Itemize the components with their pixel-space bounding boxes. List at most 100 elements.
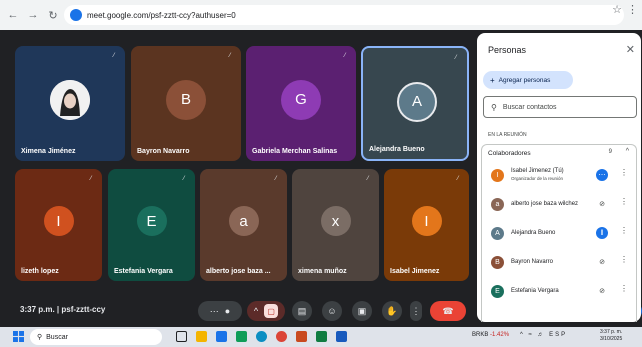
search-icon: ⚲ xyxy=(491,102,497,112)
participant-avatar: a xyxy=(491,198,504,211)
chrome-icon[interactable] xyxy=(276,331,287,342)
participant-name: Isabel Jimenez (Tú) xyxy=(511,168,564,174)
edge-icon[interactable] xyxy=(256,331,267,342)
participant-tile[interactable]: a alberto jose baza ... ⁄ xyxy=(200,169,287,281)
mic-control[interactable]: ⋯ ● xyxy=(198,301,242,321)
stock-ticker[interactable]: BRKB -1.42% xyxy=(472,332,509,338)
participant-list: I Isabel Jimenez (Tú) Organizador de la re… xyxy=(481,162,637,322)
more-vert-icon[interactable]: ⋮ xyxy=(620,226,628,235)
mic-muted-icon[interactable]: ⊘ xyxy=(596,198,608,210)
chevron-up-icon[interactable]: ^ xyxy=(626,148,629,155)
search-placeholder: Buscar contactos xyxy=(502,103,557,111)
more-vert-icon[interactable]: ⋮ xyxy=(620,284,628,293)
participant-list-item[interactable]: I Isabel Jimenez (Tú) Organizador de la re… xyxy=(482,164,638,188)
add-person-icon: + xyxy=(490,75,495,85)
participant-tile[interactable]: G Gabriela Merchan Salinas ⁄ xyxy=(246,46,356,161)
participant-name: Alejandra Bueno xyxy=(369,146,425,153)
present-button[interactable]: ▣ xyxy=(352,301,372,321)
add-people-button[interactable]: + Agregar personas xyxy=(483,71,573,89)
participant-name: lizeth lopez xyxy=(21,268,59,275)
camera-control[interactable]: ^ ▢ xyxy=(247,301,285,321)
participant-list-item[interactable]: E Estefania Vergara ⊘ ⋮ xyxy=(482,280,638,304)
task-view-icon[interactable] xyxy=(176,331,187,342)
windows-start-icon[interactable] xyxy=(13,331,24,342)
end-call-icon: ☎ xyxy=(442,305,454,316)
more-vert-icon[interactable]: ⋮ xyxy=(620,255,628,264)
participant-list-item[interactable]: A Alejandra Bueno ‖ ⋮ xyxy=(482,222,638,246)
reload-icon[interactable]: ↻ xyxy=(46,8,60,22)
bookmark-star-icon[interactable]: ☆ xyxy=(612,3,622,16)
participant-tile[interactable]: I Isabel Jimenez ⁄ xyxy=(384,169,469,281)
participant-avatar: A xyxy=(491,227,504,240)
url-text: meet.google.com/psf-zztt-ccy?authuser=0 xyxy=(87,10,236,20)
participant-avatar: E xyxy=(491,285,504,298)
word-icon[interactable] xyxy=(336,331,347,342)
participant-tile[interactable]: x ximena muñoz ⁄ xyxy=(292,169,379,281)
camera-off-icon[interactable]: ▢ xyxy=(264,304,279,318)
participant-name: Gabriela Merchan Salinas xyxy=(252,148,338,155)
mic-muted-icon[interactable]: ⊘ xyxy=(596,256,608,268)
more-vert-icon[interactable]: ⋮ xyxy=(620,168,628,177)
wifi-icon[interactable]: ≈ xyxy=(529,332,534,338)
participant-tile[interactable]: Ilizeth lopez ⁄ xyxy=(15,169,102,281)
browser-toolbar: ← → ↻ meet.google.com/psf-zztt-ccy?authu… xyxy=(0,0,642,30)
excel-icon[interactable] xyxy=(316,331,327,342)
participant-name: Isabel Jimenez xyxy=(390,268,440,275)
store-icon[interactable] xyxy=(216,331,227,342)
mic-muted-icon[interactable]: ⊘ xyxy=(596,285,608,297)
volume-icon[interactable]: ♬ xyxy=(537,332,545,338)
speaking-indicator-icon[interactable]: ‖ xyxy=(596,227,608,239)
present-icon: ▣ xyxy=(357,305,367,316)
group-label: Colaboradores xyxy=(488,150,531,157)
participant-tile[interactable]: E Estefania Vergara ⁄ xyxy=(108,169,195,281)
site-info-icon[interactable] xyxy=(70,9,82,21)
more-vert-icon: ⋮ xyxy=(411,305,421,316)
chevron-up-icon[interactable]: ^ xyxy=(520,332,525,338)
mail-icon[interactable] xyxy=(236,331,247,342)
forward-icon[interactable]: → xyxy=(26,8,40,22)
panel-title: Personas xyxy=(488,45,527,55)
leave-call-button[interactable]: ☎ xyxy=(430,301,466,321)
system-tray[interactable]: ^ ≈ ♬ ESP xyxy=(520,332,567,338)
participant-name: Bayron Navarro xyxy=(137,148,190,155)
mic-muted-icon: ⁄ xyxy=(275,176,277,182)
participant-tile[interactable]: A Alejandra Bueno ⁄ xyxy=(361,46,469,161)
office-icon[interactable] xyxy=(296,331,307,342)
mic-muted-icon: ⁄ xyxy=(90,176,92,182)
emoji-icon: ☺ xyxy=(327,306,337,316)
chevron-up-icon[interactable]: ^ xyxy=(254,306,258,316)
more-options-button[interactable]: ⋮ xyxy=(410,301,422,321)
mic-muted-icon: ⁄ xyxy=(229,53,231,59)
address-bar[interactable]: meet.google.com/psf-zztt-ccy?authuser=0 xyxy=(64,5,624,25)
close-icon[interactable]: ✕ xyxy=(626,43,635,56)
participant-list-item[interactable]: B Bayron Navarro ⊘ ⋮ xyxy=(482,251,638,275)
captions-button[interactable]: ▤ xyxy=(292,301,312,321)
participant-avatar: B xyxy=(166,79,206,120)
search-contacts-input[interactable]: ⚲ Buscar contactos xyxy=(483,96,637,118)
os-taskbar: ⚲ Buscar BRKB -1.42% ^ ≈ ♬ ESP 3:37 p. m… xyxy=(0,327,642,347)
taskbar-search[interactable]: ⚲ Buscar xyxy=(30,329,162,345)
group-count: 9 xyxy=(608,149,612,155)
participant-tile[interactable]: B Bayron Navarro ⁄ xyxy=(131,46,241,161)
collaborators-group-header[interactable]: Colaboradores 9 ^ xyxy=(481,144,637,162)
captions-icon: ▤ xyxy=(297,305,307,316)
taskbar-clock[interactable]: 3:37 p. m. 3/10/2025 xyxy=(600,329,622,343)
participant-name: alberto jose baza ... xyxy=(206,268,271,275)
chevron-up-icon[interactable]: ⋯ xyxy=(210,306,219,317)
browser-menu-icon[interactable]: ⋮ xyxy=(627,3,638,16)
back-icon[interactable]: ← xyxy=(6,8,20,22)
participant-list-item[interactable]: a alberto jose baza wilchez ⊘ ⋮ xyxy=(482,193,638,217)
file-explorer-icon[interactable] xyxy=(196,331,207,342)
raise-hand-button[interactable]: ✋ xyxy=(382,301,402,321)
emoji-button[interactable]: ☺ xyxy=(322,301,342,321)
participant-avatar: I xyxy=(43,206,74,236)
language-indicator[interactable]: ESP xyxy=(549,332,567,338)
taskbar-search-label: Buscar xyxy=(46,333,68,341)
participant-name: Ximena Jiménez xyxy=(21,148,76,155)
mic-muted-icon: ⁄ xyxy=(455,55,457,61)
mic-icon[interactable]: ● xyxy=(225,306,230,316)
participant-tile[interactable]: Ximena Jiménez ⁄ xyxy=(15,46,125,161)
more-actions-icon[interactable]: ⋯ xyxy=(596,169,608,181)
more-vert-icon[interactable]: ⋮ xyxy=(620,197,628,206)
hand-icon: ✋ xyxy=(386,305,398,316)
